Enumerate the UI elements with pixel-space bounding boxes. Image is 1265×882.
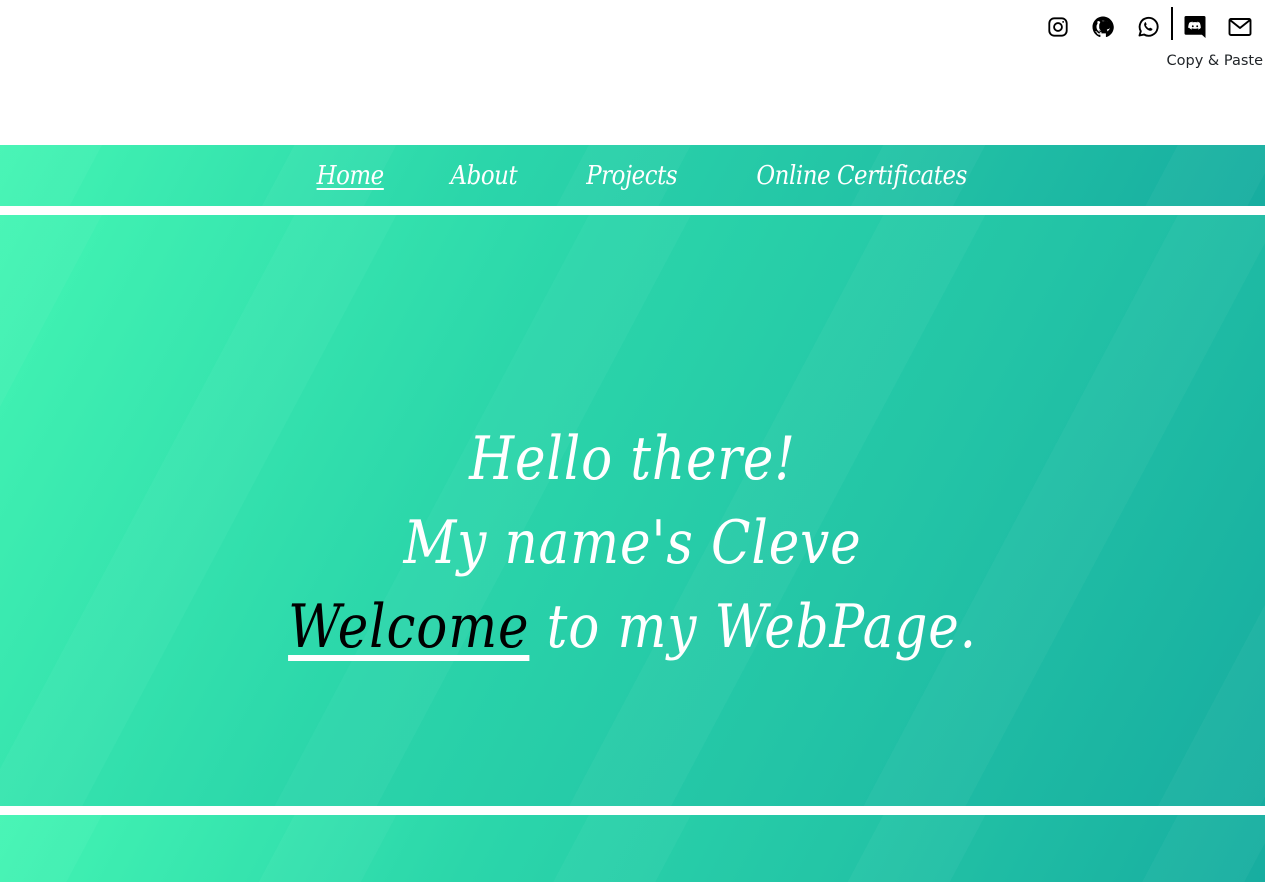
next-section bbox=[0, 815, 1265, 882]
nav-item-home[interactable]: Home bbox=[317, 163, 385, 189]
navbar: Home About Projects Online Certificates bbox=[0, 145, 1265, 206]
hero-greeting: Hello there! bbox=[469, 424, 796, 494]
hero-welcome-line: Welcome to my WebPage. bbox=[89, 585, 1177, 669]
nav-item-projects[interactable]: Projects bbox=[586, 163, 677, 189]
hero-name: My name's Cleve bbox=[403, 508, 862, 578]
nav-item-online-certificates[interactable]: Online Certificates bbox=[756, 163, 967, 189]
welcome-rest: to my WebPage. bbox=[529, 592, 977, 662]
instagram-icon[interactable] bbox=[1043, 12, 1073, 42]
discord-icon[interactable] bbox=[1180, 12, 1210, 42]
page: Copy & Paste Home About Projects Online … bbox=[0, 0, 1265, 882]
discord-divider bbox=[1171, 7, 1173, 40]
copy-paste-label: Copy & Paste bbox=[1166, 53, 1263, 69]
email-icon[interactable] bbox=[1225, 12, 1255, 42]
github-icon[interactable] bbox=[1088, 12, 1118, 42]
social-bar: Copy & Paste bbox=[0, 0, 1265, 145]
nav-list: Home About Projects Online Certificates bbox=[0, 145, 1265, 206]
whatsapp-icon[interactable] bbox=[1133, 12, 1163, 42]
background-stripes bbox=[0, 815, 1265, 882]
hero-text: Hello there! My name's Cleve Welcome to … bbox=[0, 417, 1265, 669]
nav-item-about[interactable]: About bbox=[451, 163, 518, 189]
hero-section: Hello there! My name's Cleve Welcome to … bbox=[0, 215, 1265, 806]
welcome-highlight: Welcome bbox=[288, 592, 530, 662]
